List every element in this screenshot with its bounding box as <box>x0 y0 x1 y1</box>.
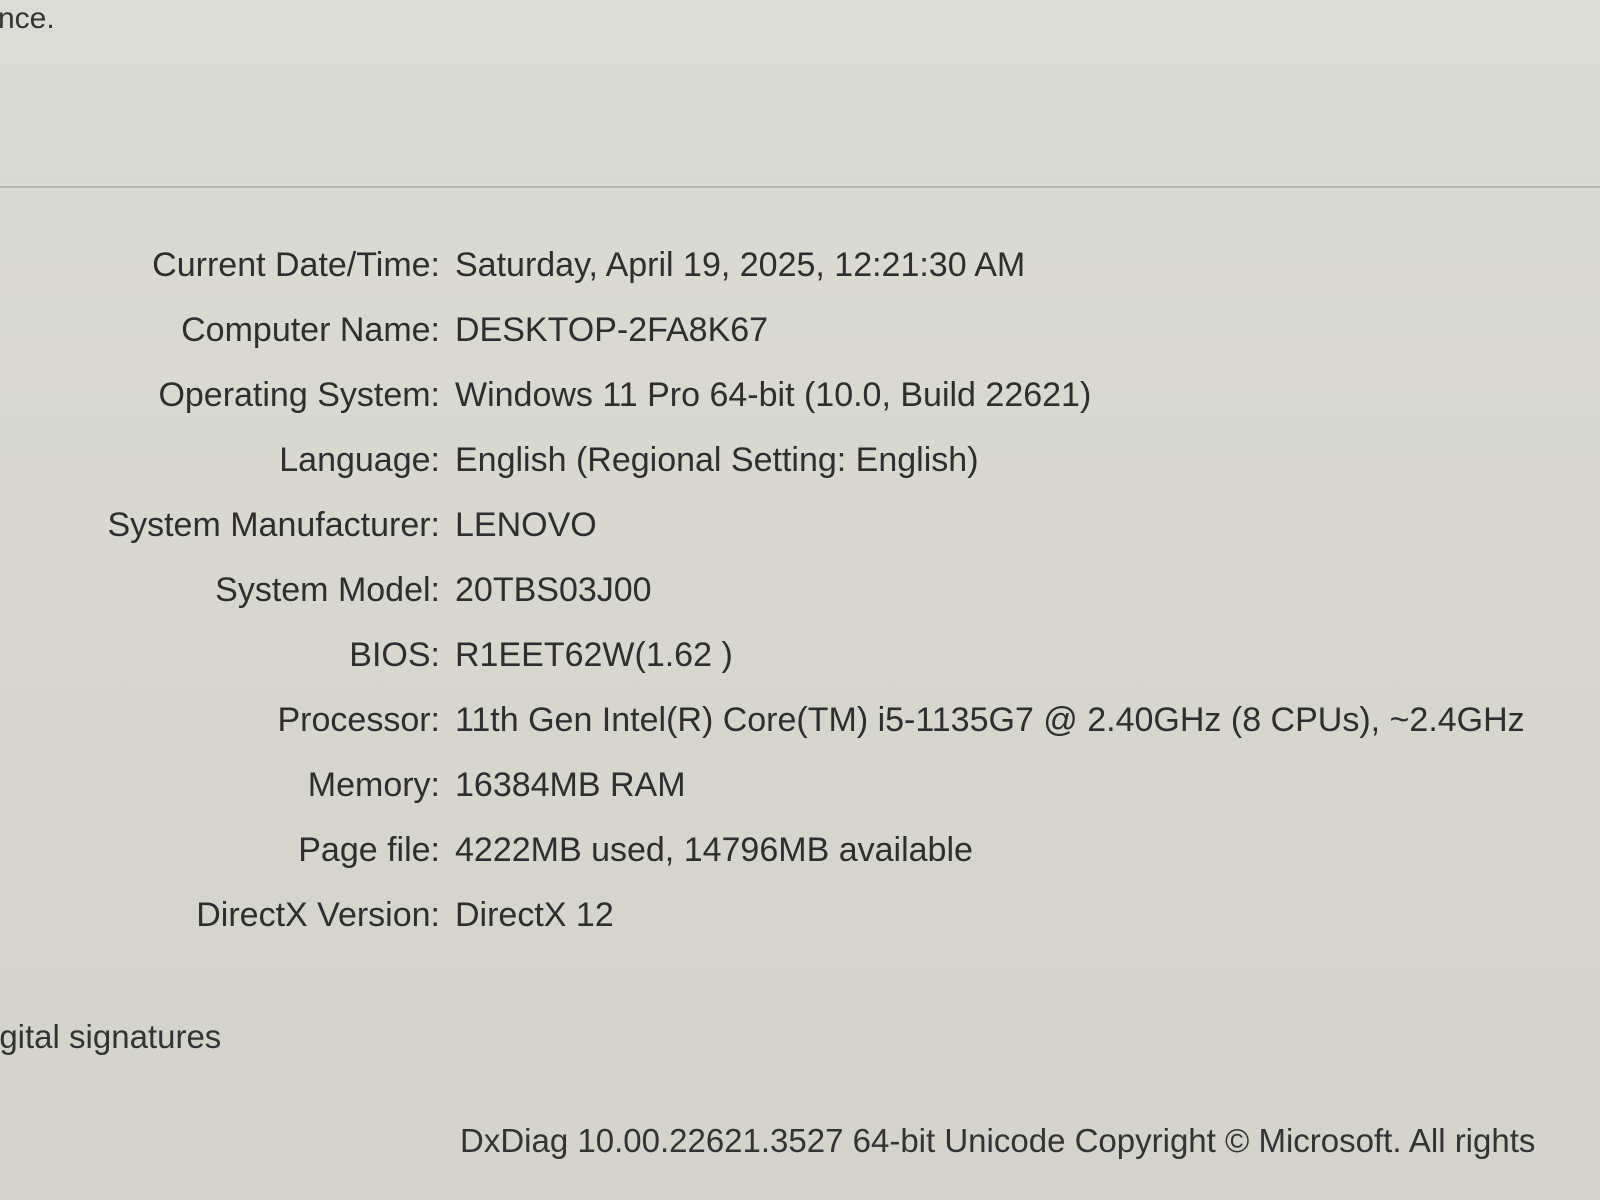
info-label: Operating System: <box>158 376 440 414</box>
info-row-bios: BIOS: R1EET62W(1.62 ) <box>0 628 1600 693</box>
info-value: LENOVO <box>455 506 597 544</box>
info-value: 16384MB RAM <box>455 766 686 804</box>
description-text-fragment: nce. <box>0 2 55 35</box>
version-copyright-footer: DxDiag 10.00.22621.3527 64-bit Unicode C… <box>460 1122 1536 1159</box>
info-value: R1EET62W(1.62 ) <box>455 636 733 674</box>
info-value: DirectX 12 <box>455 896 614 934</box>
info-value: DESKTOP-2FA8K67 <box>455 311 769 349</box>
info-value: Windows 11 Pro 64-bit (10.0, Build 22621… <box>455 376 1092 414</box>
info-label: Computer Name: <box>181 311 440 349</box>
info-label: System Model: <box>215 571 440 609</box>
info-row-memory: Memory: 16384MB RAM <box>0 758 1600 823</box>
info-label: Processor: <box>277 701 441 739</box>
system-information-panel: Current Date/Time: Saturday, April 19, 2… <box>0 238 1600 953</box>
info-row-computer-name: Computer Name: DESKTOP-2FA8K67 <box>0 303 1600 368</box>
info-label: System Manufacturer: <box>107 506 440 544</box>
section-divider <box>0 186 1600 188</box>
info-label: Language: <box>279 441 440 479</box>
info-row-language: Language: English (Regional Setting: Eng… <box>0 433 1600 498</box>
info-value: 4222MB used, 14796MB available <box>455 831 973 869</box>
info-value: 20TBS03J00 <box>455 571 652 609</box>
info-row-processor: Processor: 11th Gen Intel(R) Core(TM) i5… <box>0 693 1600 758</box>
info-row-current-date-time: Current Date/Time: Saturday, April 19, 2… <box>0 238 1600 303</box>
info-value: Saturday, April 19, 2025, 12:21:30 AM <box>455 246 1026 284</box>
info-row-system-model: System Model: 20TBS03J00 <box>0 563 1600 628</box>
info-row-operating-system: Operating System: Windows 11 Pro 64-bit … <box>0 368 1600 433</box>
info-row-system-manufacturer: System Manufacturer: LENOVO <box>0 498 1600 563</box>
info-label: Current Date/Time: <box>152 246 440 284</box>
info-row-directx-version: DirectX Version: DirectX 12 <box>0 888 1600 953</box>
info-value: 11th Gen Intel(R) Core(TM) i5-1135G7 @ 2… <box>455 701 1525 739</box>
info-label: Memory: <box>307 766 440 804</box>
info-label: BIOS: <box>349 636 440 674</box>
info-label: Page file: <box>298 831 440 869</box>
info-value: English (Regional Setting: English) <box>455 441 979 479</box>
digital-signatures-checkbox-label[interactable]: igital signatures <box>0 1018 221 1056</box>
info-row-page-file: Page file: 4222MB used, 14796MB availabl… <box>0 823 1600 888</box>
info-label: DirectX Version: <box>196 896 440 934</box>
